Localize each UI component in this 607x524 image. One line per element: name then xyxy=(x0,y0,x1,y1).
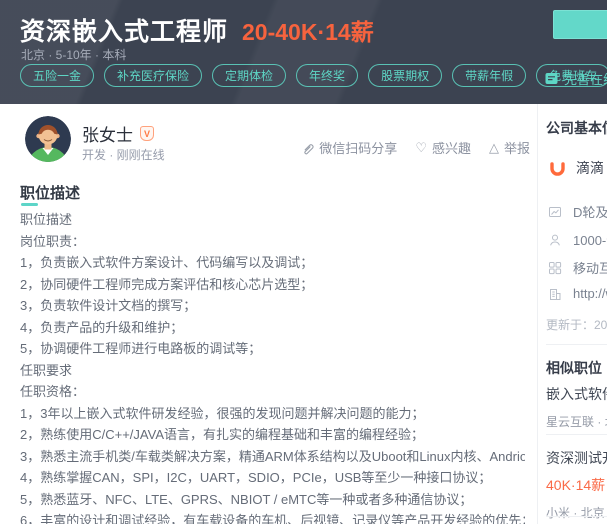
updated-timestamp: 更新于：202 xyxy=(546,316,607,333)
benefit-tags: 五险一金 补充医疗保险 定期体检 年终奖 股票期权 带薪年假 免费班车 交通补助… xyxy=(20,64,607,87)
description-line: 2，协同硬件工程师完成方案评估和核心芯片选型； xyxy=(20,274,525,296)
similar-job-title: 嵌入式软件工程师 xyxy=(546,384,607,404)
sidebar-divider xyxy=(546,344,607,345)
benefit-tag: 五险一金 xyxy=(20,64,94,87)
industry-value: 移动互联网 xyxy=(573,258,607,277)
description-line: 1，负责嵌入式软件方案设计、代码编写以及调试； xyxy=(20,252,525,274)
recruiter-avatar[interactable] xyxy=(25,116,71,162)
complete-resume-label: 完善在线简历 xyxy=(564,69,607,88)
person-icon xyxy=(548,233,562,247)
chart-icon xyxy=(548,205,562,219)
description-line: 1，3年以上嵌入式软件研发经验，很强的发现问题并解决问题的能力； xyxy=(20,403,525,425)
interested-button[interactable]: ♡ 感兴趣 xyxy=(415,138,471,157)
similar-job-card[interactable]: 资深测试开发工程师 20- 40K·14薪 小米 · 北京 xyxy=(546,448,607,521)
page-title: 资深嵌入式工程师 xyxy=(20,12,228,48)
interested-label: 感兴趣 xyxy=(432,138,471,157)
company-link[interactable]: 滴滴 xyxy=(548,158,604,178)
funding-stage-row: D轮及以上 xyxy=(548,202,607,221)
report-label: 举报 xyxy=(504,138,530,157)
benefit-tag: 补充医疗保险 xyxy=(104,64,202,87)
website-value: http://www xyxy=(573,286,607,301)
benefit-tag: 年终奖 xyxy=(296,64,358,87)
similar-job-card[interactable]: 嵌入式软件工程师 星云互联 · 北京 xyxy=(546,384,607,430)
similar-job-company: 小米 · 北京 xyxy=(546,504,607,521)
description-line: 5，熟悉蓝牙、NFC、LTE、GPRS、NBIOT / eMTC等一种或者多种通… xyxy=(20,489,525,511)
section-underline xyxy=(21,203,38,206)
description-line: 职位描述 xyxy=(20,209,525,231)
content-divider xyxy=(537,104,538,524)
job-actions: 微信扫码分享 ♡ 感兴趣 △ 举报 xyxy=(300,138,530,157)
website-row[interactable]: http://www xyxy=(548,286,607,301)
industry-row: 移动互联网 xyxy=(548,258,607,277)
sidebar-divider xyxy=(546,434,607,435)
link-icon xyxy=(300,141,314,155)
recruiter-status: 开发 · 刚刚在线 xyxy=(82,146,165,163)
similar-jobs-heading: 相似职位 xyxy=(546,358,602,378)
company-size-value: 1000-9999人 xyxy=(573,230,607,249)
job-description-body: 职位描述 岗位职责： 1，负责嵌入式软件方案设计、代码编写以及调试； 2，协同硬… xyxy=(20,209,525,524)
benefit-tag: 带薪年假 xyxy=(452,64,526,87)
description-line: 任职资格： xyxy=(20,381,525,403)
salary-text: 20-40K·14薪 xyxy=(242,13,374,47)
report-icon: △ xyxy=(489,140,499,156)
description-line: 岗位职责： xyxy=(20,231,525,253)
job-description-heading: 职位描述 xyxy=(20,182,80,203)
similar-job-title: 资深测试开发工程师 20- xyxy=(546,448,607,468)
similar-job-company: 星云互联 · 北京 xyxy=(546,413,607,430)
benefit-tag: 定期体检 xyxy=(212,64,286,87)
heart-icon: ♡ xyxy=(415,140,427,156)
complete-resume-link[interactable]: 完善在线简历 xyxy=(545,69,607,88)
company-info-heading: 公司基本信息 xyxy=(546,118,607,138)
primary-action-button[interactable] xyxy=(553,10,607,39)
wechat-share-label: 微信扫码分享 xyxy=(319,138,397,157)
resume-icon xyxy=(545,72,558,85)
sidebar-divider xyxy=(546,516,607,517)
similar-job-salary: 40K·14薪 xyxy=(546,475,607,495)
grid-icon xyxy=(548,261,562,275)
company-logo-icon xyxy=(548,159,567,178)
description-line: 4，熟练掌握CAN，SPI，I2C，UART，SDIO，PCIe，USB等至少一… xyxy=(20,467,525,489)
building-icon xyxy=(548,287,562,301)
description-line: 2，熟练使用C/C++/JAVA语言，有扎实的编程基础和丰富的编程经验； xyxy=(20,424,525,446)
wechat-share-button[interactable]: 微信扫码分享 xyxy=(300,138,397,157)
report-button[interactable]: △ 举报 xyxy=(489,138,530,157)
benefit-tag: 股票期权 xyxy=(368,64,442,87)
description-line: 任职要求 xyxy=(20,360,525,382)
funding-stage-value: D轮及以上 xyxy=(573,202,607,221)
verified-badge-icon: V xyxy=(140,126,154,141)
description-line: 6，丰富的设计和调试经验，有车载设备的车机、后视镜、记录仪等产品开发经验的优先； xyxy=(20,510,525,524)
job-detail-page: 资深嵌入式工程师 20-40K·14薪 北京 · 5-10年 · 本科 五险一金… xyxy=(0,0,607,524)
recruiter-name: 张女士 xyxy=(82,121,133,146)
description-line: 3，熟悉主流手机类/车载类解决方案，精通ARM体系结构以及Uboot和Linux… xyxy=(20,446,525,468)
company-name: 滴滴 xyxy=(576,158,604,178)
company-size-row: 1000-9999人 xyxy=(548,230,607,249)
title-row: 资深嵌入式工程师 20-40K·14薪 xyxy=(20,12,374,48)
job-meta: 北京 · 5-10年 · 本科 xyxy=(21,46,126,63)
job-header: 资深嵌入式工程师 20-40K·14薪 北京 · 5-10年 · 本科 五险一金… xyxy=(0,0,607,104)
description-line: 3，负责软件设计文档的撰写； xyxy=(20,295,525,317)
description-line: 5，协调硬件工程师进行电路板的调试等； xyxy=(20,338,525,360)
description-line: 4，负责产品的升级和维护； xyxy=(20,317,525,339)
